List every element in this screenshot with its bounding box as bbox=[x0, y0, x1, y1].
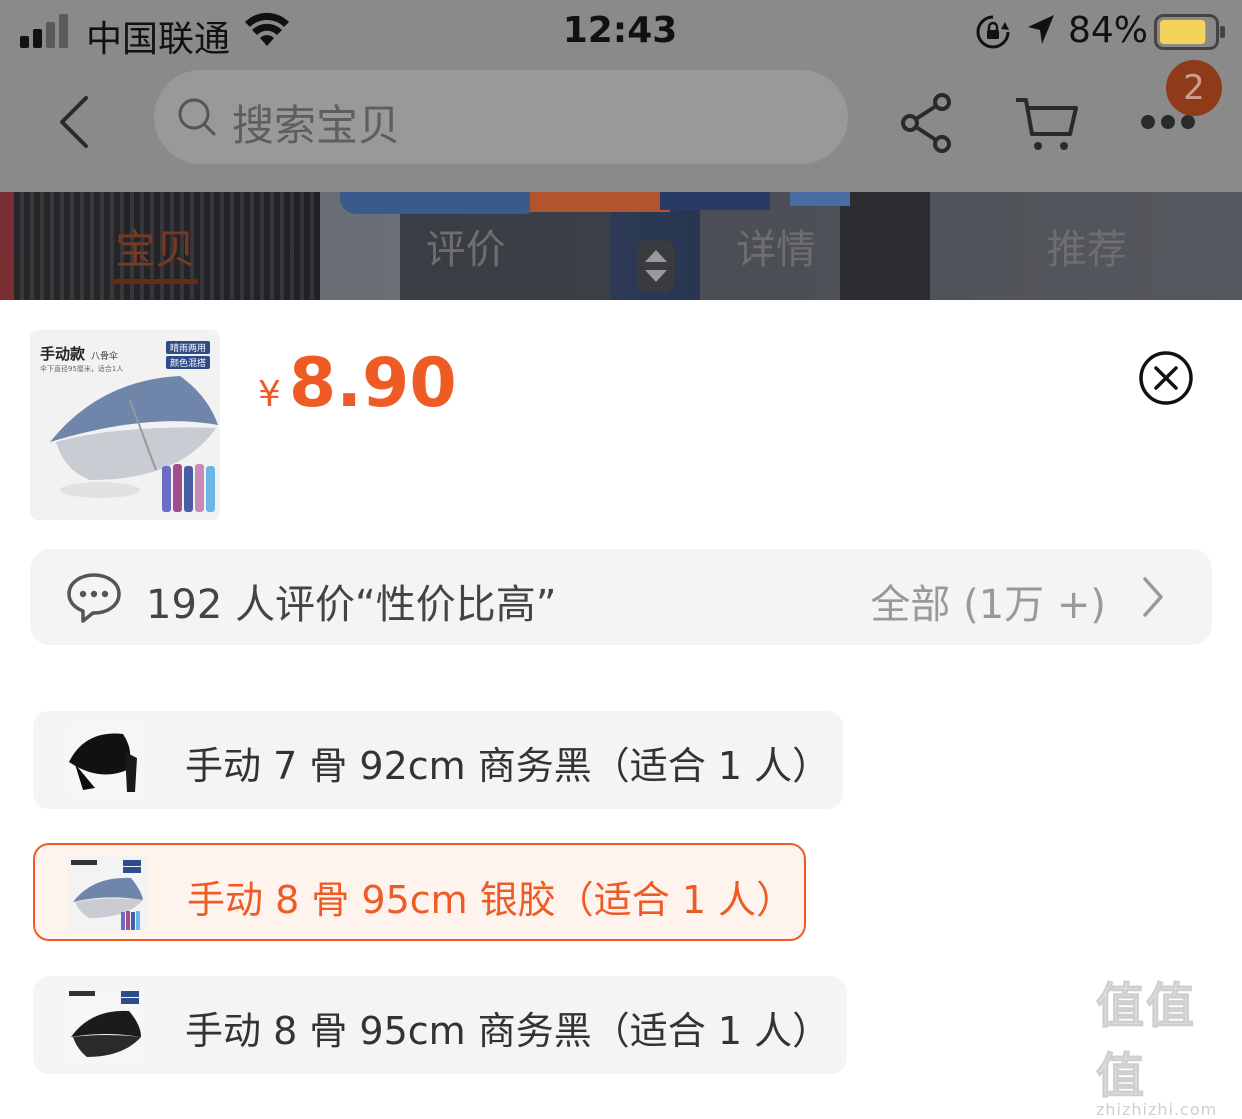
cart-badge: 2 bbox=[1166, 60, 1222, 116]
scroll-handle[interactable] bbox=[637, 240, 675, 292]
price-amount: 8.90 bbox=[289, 344, 457, 423]
option-label: 手动 7 骨 92cm 商务黑（适合 1 人） bbox=[185, 735, 830, 790]
location-icon bbox=[1026, 13, 1056, 47]
chevron-right-icon bbox=[1140, 575, 1166, 619]
tab-label: 详情 bbox=[736, 217, 816, 275]
option-label: 手动 8 骨 95cm 银胶（适合 1 人） bbox=[187, 869, 794, 924]
sku-option[interactable]: 手动 8 骨 95cm 商务黑（适合 1 人） bbox=[33, 976, 847, 1074]
carrier-name: 中国联通 bbox=[86, 10, 230, 62]
share-icon[interactable] bbox=[898, 92, 956, 154]
chat-bubble-icon bbox=[66, 571, 122, 623]
sku-option[interactable]: 手动 7 骨 92cm 商务黑（适合 1 人） bbox=[33, 711, 843, 809]
signal-icon bbox=[20, 14, 72, 48]
thumb-tag: 颜色混搭 bbox=[170, 357, 206, 369]
watermark-logo: 值值值 bbox=[1096, 966, 1236, 1106]
sku-sheet: 手动款 八骨伞 伞下直径95厘米，适合1人 晴雨两用 颜色混搭 ¥ 8.90 bbox=[0, 300, 1242, 1052]
product-thumbnail[interactable]: 手动款 八骨伞 伞下直径95厘米，适合1人 晴雨两用 颜色混搭 bbox=[30, 330, 220, 520]
thumb-title: 手动款 bbox=[40, 345, 86, 363]
tab-underline bbox=[112, 279, 198, 284]
tab-label: 评价 bbox=[426, 217, 506, 275]
sku-option-selected[interactable]: 手动 8 骨 95cm 银胶（适合 1 人） bbox=[33, 843, 806, 941]
search-icon bbox=[176, 96, 218, 138]
dimmed-background: 中国联通 12:43 84% 搜索宝贝 bbox=[0, 0, 1242, 300]
option-thumbnail bbox=[67, 856, 147, 932]
thumb-caption: 伞下直径95厘米，适合1人 bbox=[40, 364, 123, 373]
review-summary[interactable]: 192 人评价“性价比高” 全部 (1万 +) bbox=[30, 549, 1212, 645]
watermark-url: zhizhizhi.com bbox=[1096, 1100, 1236, 1119]
price: ¥ 8.90 bbox=[258, 344, 457, 423]
search-placeholder: 搜索宝贝 bbox=[232, 92, 400, 153]
thumb-tag: 晴雨两用 bbox=[170, 342, 206, 354]
tab-pingjia[interactable]: 评价 bbox=[311, 192, 622, 300]
umbrella-image: 手动款 八骨伞 伞下直径95厘米，适合1人 晴雨两用 颜色混搭 bbox=[30, 330, 220, 520]
tab-tuijian[interactable]: 推荐 bbox=[932, 192, 1242, 300]
back-icon[interactable] bbox=[50, 92, 100, 152]
tab-label: 宝贝 bbox=[115, 217, 195, 275]
cart-icon[interactable] bbox=[1014, 94, 1080, 154]
review-text: 192 人评价“性价比高” bbox=[146, 572, 557, 630]
thumb-subtitle: 八骨伞 bbox=[91, 350, 118, 362]
clock: 12:43 bbox=[560, 10, 680, 51]
battery-percent: 84% bbox=[1068, 10, 1148, 51]
option-label: 手动 8 骨 95cm 商务黑（适合 1 人） bbox=[185, 1000, 830, 1055]
tab-baobei[interactable]: 宝贝 bbox=[0, 192, 311, 300]
close-icon[interactable] bbox=[1138, 350, 1194, 406]
status-bar: 中国联通 12:43 84% bbox=[0, 0, 1242, 66]
tab-label: 推荐 bbox=[1047, 217, 1127, 275]
option-thumbnail bbox=[65, 722, 145, 798]
rotation-lock-icon bbox=[975, 14, 1011, 50]
detail-tabs: 宝贝 评价 详情 推荐 bbox=[0, 192, 1242, 300]
wifi-icon bbox=[244, 12, 290, 48]
search-input[interactable]: 搜索宝贝 bbox=[154, 70, 848, 164]
review-all-link[interactable]: 全部 (1万 +) bbox=[870, 572, 1106, 630]
battery-icon bbox=[1154, 14, 1226, 50]
watermark: 值值值 zhizhizhi.com bbox=[1096, 966, 1236, 1050]
currency-symbol: ¥ bbox=[258, 374, 281, 415]
